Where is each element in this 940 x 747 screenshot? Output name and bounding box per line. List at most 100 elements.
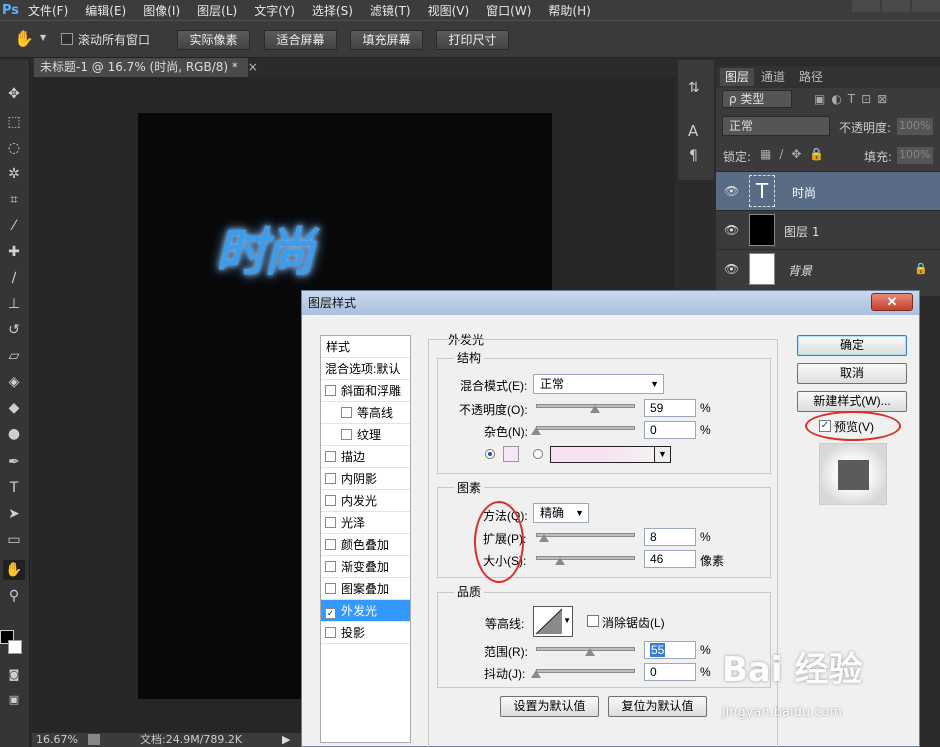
history-panel-icon[interactable]: ⇅ — [688, 80, 700, 96]
layer-opacity-input[interactable]: 100% — [897, 118, 933, 135]
history-brush-tool-icon[interactable]: ↺ — [3, 320, 25, 340]
style-item[interactable]: 内阴影 — [321, 468, 410, 490]
glow-blend-mode-select[interactable]: 正常 ▼ — [533, 374, 664, 394]
layer-row[interactable]: 👁 T 时尚 — [716, 171, 940, 210]
menu-filter[interactable]: 滤镜(T) — [370, 2, 411, 19]
tool-preset-chevron-icon[interactable]: ▼ — [40, 33, 46, 42]
print-size-button[interactable]: 打印尺寸 — [436, 30, 509, 50]
tab-layers[interactable]: 图层 — [720, 68, 755, 86]
glow-opacity-knob[interactable] — [590, 405, 600, 413]
menu-help[interactable]: 帮助(H) — [548, 2, 590, 19]
style-item[interactable]: 颜色叠加 — [321, 534, 410, 556]
menu-edit[interactable]: 编辑(E) — [85, 2, 126, 19]
style-item[interactable]: 投影 — [321, 622, 410, 644]
menu-image[interactable]: 图像(I) — [143, 2, 180, 19]
glow-range-input[interactable]: 55 — [644, 641, 696, 659]
chevron-down-icon[interactable]: ▼ — [563, 616, 571, 625]
type-tool-icon[interactable]: T — [3, 478, 25, 498]
layer-filter-select[interactable]: ρ 类型 — [722, 90, 792, 108]
layer-fill-input[interactable]: 100% — [897, 147, 933, 164]
blur-tool-icon[interactable]: ◆ — [3, 398, 25, 418]
healing-brush-tool-icon[interactable]: ✚ — [3, 242, 25, 262]
hand-tool-icon[interactable]: ✋ — [14, 29, 34, 48]
styles-header[interactable]: 样式 — [321, 336, 410, 358]
dialog-close-button[interactable]: ✕ — [871, 293, 913, 311]
window-close-button[interactable] — [912, 0, 940, 12]
menu-file[interactable]: 文件(F) — [28, 2, 68, 19]
style-item[interactable]: 等高线 — [321, 402, 410, 424]
zoom-tool-icon[interactable]: ⚲ — [3, 586, 25, 606]
menu-type[interactable]: 文字(Y) — [254, 2, 295, 19]
maximize-button[interactable] — [882, 0, 910, 12]
style-item-checkbox[interactable] — [325, 561, 336, 572]
style-item-checkbox[interactable] — [325, 517, 336, 528]
glow-jitter-knob[interactable] — [531, 670, 541, 678]
style-item-checkbox[interactable] — [325, 583, 336, 594]
glow-method-select[interactable]: 精确 ▼ — [533, 503, 589, 523]
hand-tool-icon[interactable]: ✋ — [3, 560, 25, 580]
ok-button[interactable]: 确定 — [797, 335, 907, 356]
scroll-all-checkbox[interactable] — [61, 33, 73, 45]
chevron-down-icon[interactable]: ▼ — [654, 447, 670, 462]
layer-name[interactable]: 图层 1 — [784, 223, 819, 240]
glow-spread-input[interactable]: 8 — [644, 528, 696, 546]
status-arrow-icon[interactable]: ▶ — [282, 733, 290, 747]
minimize-button[interactable] — [852, 0, 880, 12]
style-item-checkbox[interactable] — [341, 407, 352, 418]
style-item-checkbox[interactable] — [325, 495, 336, 506]
layer-name[interactable]: 时尚 — [792, 184, 816, 201]
layer-name[interactable]: 背景 — [788, 262, 812, 279]
style-item[interactable]: 光泽 — [321, 512, 410, 534]
eyedropper-tool-icon[interactable]: ⁄ — [3, 216, 25, 236]
menu-view[interactable]: 视图(V) — [428, 2, 470, 19]
cancel-button[interactable]: 取消 — [797, 363, 907, 384]
glow-size-knob[interactable] — [555, 557, 565, 565]
layer-row[interactable]: 👁 背景 🔒 — [716, 249, 940, 288]
style-item[interactable]: 渐变叠加 — [321, 556, 410, 578]
menu-layer[interactable]: 图层(L) — [197, 2, 237, 19]
glow-gradient-picker[interactable]: ▼ — [550, 446, 671, 463]
menu-select[interactable]: 选择(S) — [312, 2, 353, 19]
style-item-checkbox[interactable] — [325, 385, 336, 396]
reset-default-button[interactable]: 复位为默认值 — [608, 696, 707, 717]
lock-icons[interactable]: ▦∕✥🔒 — [760, 147, 832, 161]
tab-paths[interactable]: 路径 — [794, 68, 828, 86]
style-item[interactable]: 图案叠加 — [321, 578, 410, 600]
new-style-button[interactable]: 新建样式(W)... — [797, 391, 907, 412]
gradient-radio[interactable] — [533, 449, 543, 459]
glow-color-swatch[interactable] — [503, 446, 519, 462]
paragraph-panel-icon[interactable]: ¶ — [689, 148, 698, 164]
glow-spread-knob[interactable] — [539, 534, 549, 542]
blend-options-item[interactable]: 混合选项:默认 — [321, 358, 410, 380]
glow-noise-input[interactable]: 0 — [644, 421, 696, 439]
clone-stamp-tool-icon[interactable]: ⊥ — [3, 294, 25, 314]
screen-mode-icon[interactable]: ▣ — [3, 690, 25, 710]
paint-bucket-tool-icon[interactable]: ◈ — [3, 372, 25, 392]
style-item[interactable]: 内发光 — [321, 490, 410, 512]
lasso-tool-icon[interactable]: ◌ — [3, 138, 25, 158]
layer-visibility-eye-icon[interactable]: 👁 — [724, 223, 740, 237]
style-item[interactable]: 描边 — [321, 446, 410, 468]
glow-spread-slider[interactable] — [536, 533, 635, 537]
glow-noise-slider[interactable] — [536, 426, 635, 430]
glow-jitter-input[interactable]: 0 — [644, 663, 696, 681]
style-item-checkbox[interactable] — [325, 627, 336, 638]
quick-mask-icon[interactable]: ◙ — [3, 665, 25, 685]
contour-picker[interactable]: ▼ — [533, 606, 573, 637]
actual-pixels-button[interactable]: 实际像素 — [177, 30, 250, 50]
layer-visibility-eye-icon[interactable]: 👁 — [724, 184, 740, 198]
status-zoom[interactable]: 16.67% — [36, 733, 78, 747]
fit-screen-button[interactable]: 适合屏幕 — [264, 30, 337, 50]
layer-row[interactable]: 👁 图层 1 — [716, 210, 940, 249]
character-panel-icon[interactable]: A — [688, 122, 698, 140]
crop-tool-icon[interactable]: ⌗ — [3, 190, 25, 210]
set-default-button[interactable]: 设置为默认值 — [500, 696, 599, 717]
status-info-icon[interactable] — [88, 734, 100, 745]
glow-noise-knob[interactable] — [531, 427, 541, 435]
solid-color-radio[interactable] — [485, 449, 495, 459]
antialias-checkbox[interactable] — [587, 615, 599, 627]
glow-opacity-input[interactable]: 59 — [644, 399, 696, 417]
marquee-tool-icon[interactable]: ⬚ — [3, 112, 25, 132]
layer-blend-mode-select[interactable]: 正常 — [722, 116, 830, 136]
layer-filter-icons[interactable]: ▣◐T⊡⊠ — [814, 92, 893, 106]
